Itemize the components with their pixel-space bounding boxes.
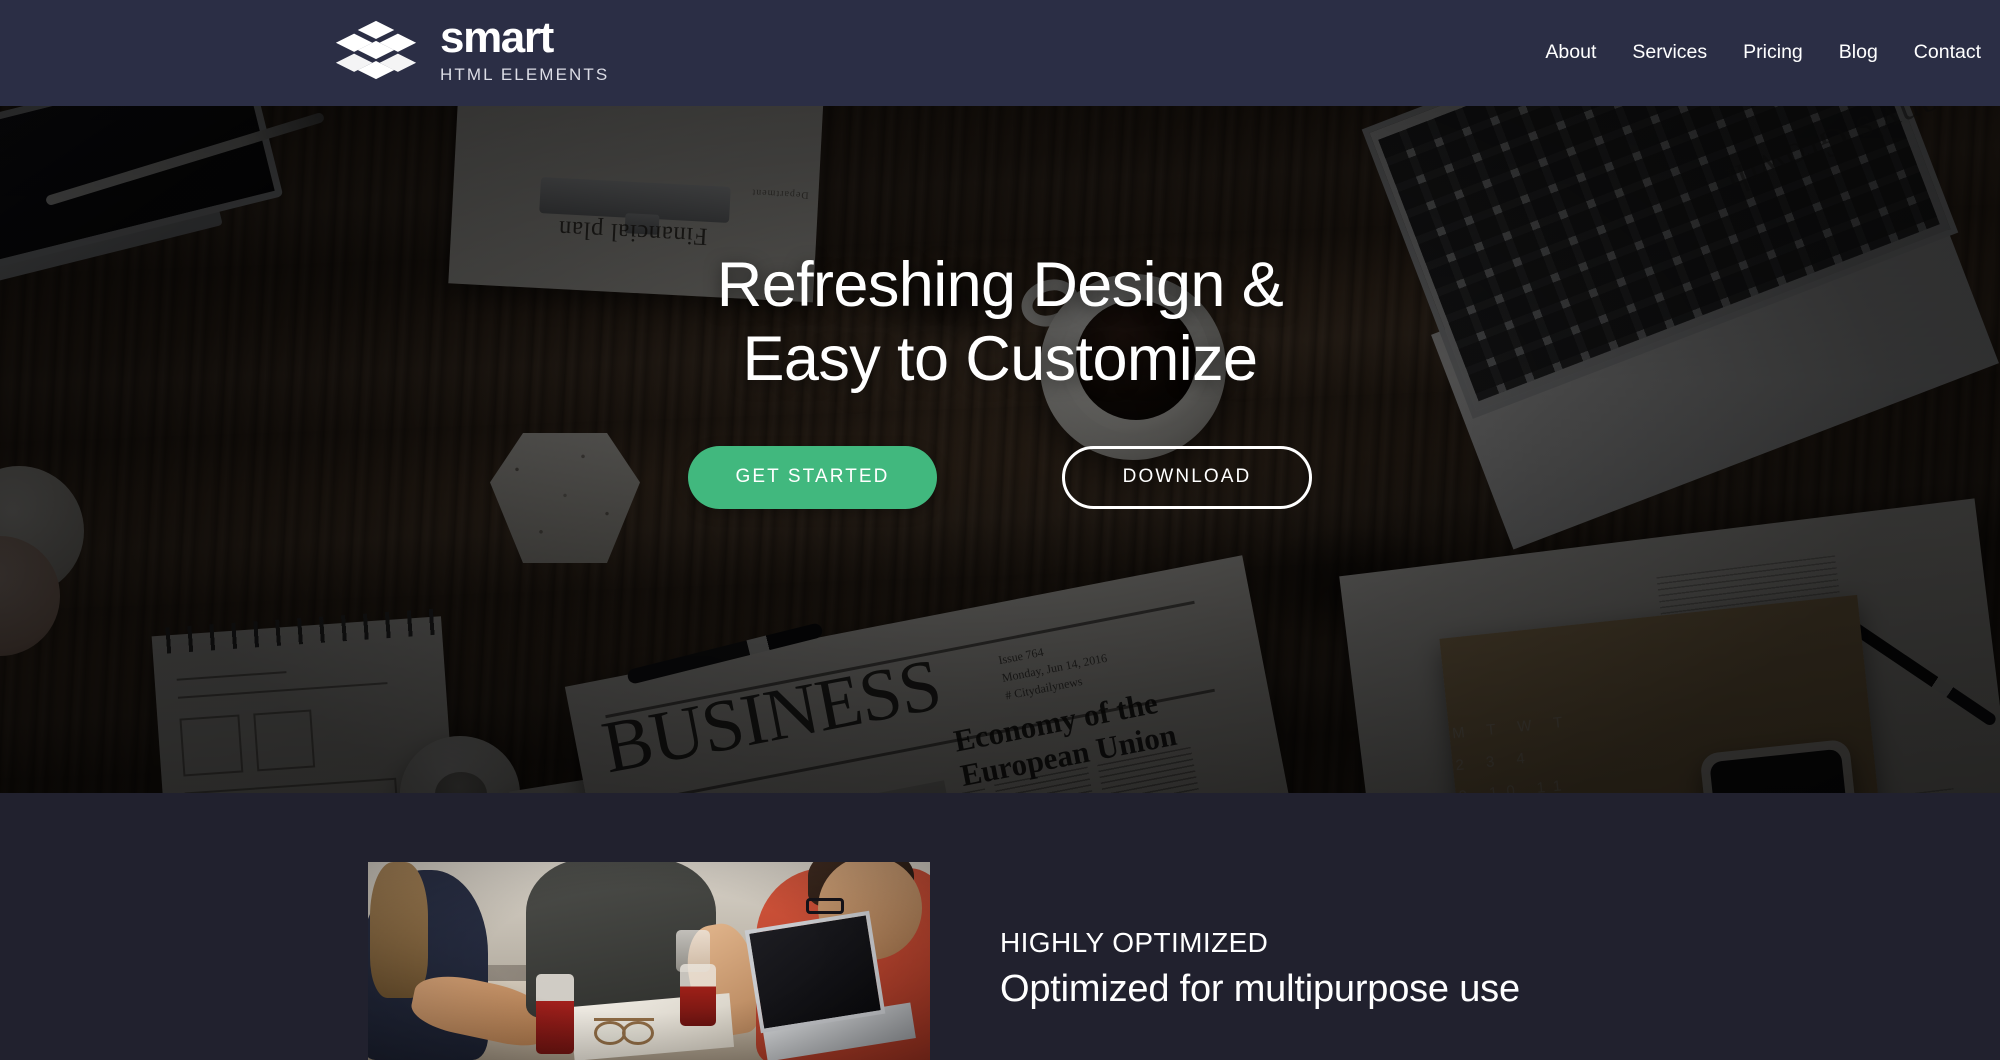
download-button[interactable]: DOWNLOAD xyxy=(1062,445,1312,509)
feature-eyebrow: HIGHLY OPTIMIZED xyxy=(1000,927,1269,958)
brand-text: smart HTML ELEMENTS xyxy=(440,13,610,84)
nav-item-blog[interactable]: Blog xyxy=(1821,33,1896,73)
landing-page: smart HTML ELEMENTS About Services Prici… xyxy=(0,0,2000,1060)
feature-section: HIGHLY OPTIMIZED Optimized for multipurp… xyxy=(0,793,2000,1060)
feature-image xyxy=(368,862,930,1060)
nav-item-contact[interactable]: Contact xyxy=(1896,33,1999,73)
main-navigation: About Services Pricing Blog Contact xyxy=(1527,0,2000,106)
feature-title: Optimized for multipurpose use xyxy=(1000,967,1520,1010)
hero-cta-group: GET STARTED DOWNLOAD xyxy=(688,445,1312,509)
feature-image-vignette xyxy=(368,862,930,1060)
hero-content: Refreshing Design & Easy to Customize GE… xyxy=(0,106,2000,793)
diamond-grid-logo-icon xyxy=(335,20,417,79)
feature-copy: HIGHLY OPTIMIZED Optimized for multipurp… xyxy=(1000,926,1840,1013)
nav-item-about[interactable]: About xyxy=(1527,33,1614,73)
brand-name: smart xyxy=(440,13,554,62)
brand-logo-link[interactable]: smart HTML ELEMENTS xyxy=(330,16,609,83)
nav-item-services[interactable]: Services xyxy=(1614,33,1725,73)
hero-title-line-2: Easy to Customize xyxy=(742,324,1259,395)
hero-title: Refreshing Design & Easy to Customize xyxy=(716,248,1284,397)
get-started-button[interactable]: GET STARTED xyxy=(688,445,937,509)
brand-tagline: HTML ELEMENTS xyxy=(440,65,610,84)
hero-title-line-1: Refreshing Design & xyxy=(716,250,1284,320)
site-header: smart HTML ELEMENTS About Services Prici… xyxy=(0,0,2000,106)
nav-item-pricing[interactable]: Pricing xyxy=(1725,33,1821,73)
hero-section: Department Financial plan xyxy=(0,106,2000,793)
